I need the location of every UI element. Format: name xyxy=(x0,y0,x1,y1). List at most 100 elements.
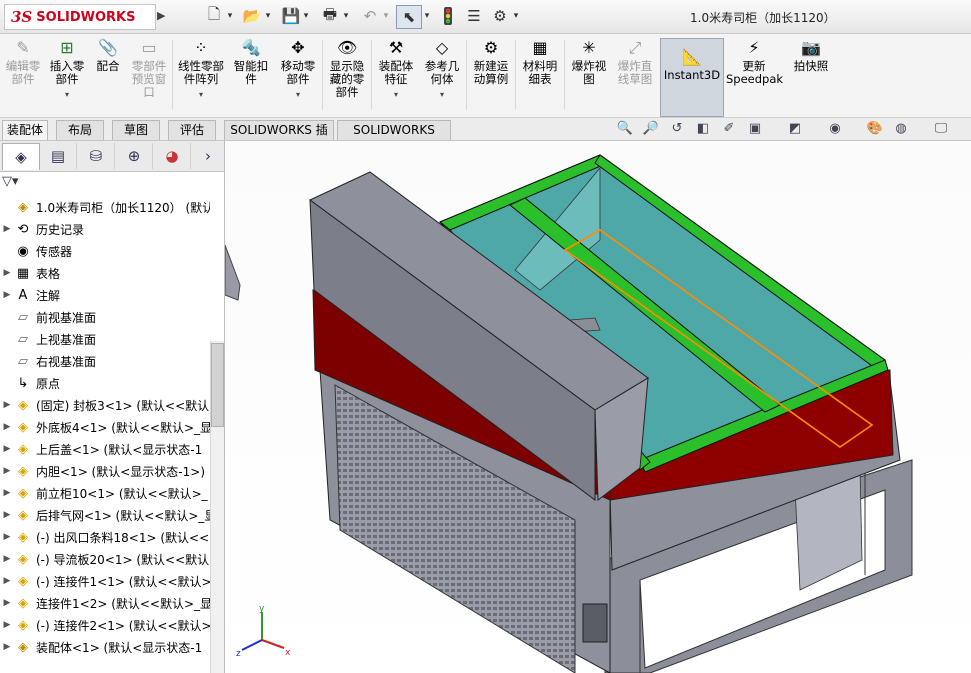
tree-item[interactable]: ▱ 右视基准面 xyxy=(0,350,210,372)
tree-item[interactable]: ▶ A 注解 xyxy=(0,284,210,306)
assembly-features-dropdown-icon[interactable]: ▾ xyxy=(374,88,418,101)
undo-icon[interactable]: ↶ xyxy=(358,5,382,27)
property-manager-tab-icon[interactable]: ▤ xyxy=(40,143,77,169)
expand-arrow-icon[interactable]: ▶ xyxy=(0,400,14,410)
tree-item[interactable]: ▶ ◈ 连接件1<2> (默认<<默认>_显 xyxy=(0,592,210,614)
tree-root-assembly[interactable]: ◈ 1.0米寿司柜（加长1120） (默认<... xyxy=(0,196,210,218)
tree-item[interactable]: ▶ ◈ (-) 出风口条料18<1> (默认<< xyxy=(0,526,210,548)
show-hidden-components-button[interactable]: 👁 显示隐 藏的零 部件 xyxy=(325,38,369,99)
dynamic-annotation-icon[interactable]: ✐ xyxy=(718,120,740,138)
tree-item[interactable]: ▶ ◈ 装配体<1> (默认<显示状态-1 xyxy=(0,636,210,658)
view-settings-icon[interactable]: 🖵 xyxy=(930,120,952,138)
save-dropdown-icon[interactable]: ▾ xyxy=(301,5,311,27)
options-dropdown-icon[interactable]: ▾ xyxy=(511,5,521,27)
tab-evaluate[interactable]: 评估 xyxy=(168,120,216,140)
expand-arrow-icon[interactable]: ▶ xyxy=(0,224,14,234)
dimxpert-manager-tab-icon[interactable]: ⊕ xyxy=(116,143,153,169)
tree-item[interactable]: ↳ 原点 xyxy=(0,372,210,394)
tab-solidworks-addins[interactable]: SOLIDWORKS 插件 xyxy=(224,120,334,156)
select-icon[interactable]: ⬉ xyxy=(396,5,422,29)
expand-arrow-icon[interactable]: ▶ xyxy=(0,290,14,300)
insert-component-dropdown-icon[interactable]: ▾ xyxy=(46,88,88,101)
tab-assembly[interactable]: 装配体 xyxy=(2,120,48,140)
explode-line-sketch-button[interactable]: ⤢ 爆炸直 线草图 xyxy=(613,38,657,86)
bill-of-materials-button[interactable]: ▦ 材料明 细表 xyxy=(518,38,562,86)
view-orientation-icon[interactable]: ▣ xyxy=(744,120,766,138)
expand-arrow-icon[interactable]: ▶ xyxy=(0,620,14,630)
tree-item[interactable]: ▶ ◈ 外底板4<1> (默认<<默认>_显 xyxy=(0,416,210,438)
tree-item[interactable]: ▱ 前视基准面 xyxy=(0,306,210,328)
solidworks-logo[interactable]: 3S SOLIDWORKS xyxy=(4,4,156,30)
insert-component-button[interactable]: ⊞ 插入零 部件 ▾ xyxy=(46,38,88,101)
tab-solidworks-mbd[interactable]: SOLIDWORKS MBD xyxy=(337,120,451,156)
menu-expand-arrow-icon[interactable]: ▶ xyxy=(157,6,167,26)
smart-fasteners-button[interactable]: 🔩 智能扣 件 xyxy=(230,38,272,86)
edit-component-button[interactable]: ✎ 编辑零 部件 xyxy=(2,38,44,86)
zoom-to-area-icon[interactable]: 🔎 xyxy=(640,120,662,138)
hide-show-items-icon[interactable]: ◉ xyxy=(824,120,846,138)
graphics-viewport[interactable] xyxy=(225,141,971,673)
move-component-dropdown-icon[interactable]: ▾ xyxy=(276,88,320,101)
expand-arrow-icon[interactable]: ▶ xyxy=(0,488,14,498)
component-preview-button[interactable]: ▭ 零部件 预览窗 口 xyxy=(128,38,170,99)
zoom-to-fit-icon[interactable]: 🔍 xyxy=(614,120,636,138)
expand-arrow-icon[interactable]: ▶ xyxy=(0,532,14,542)
file-properties-icon[interactable]: ☰ xyxy=(463,5,485,27)
new-dropdown-icon[interactable]: ▾ xyxy=(225,5,235,27)
tree-item[interactable]: ▶ ◈ 前立柜10<1> (默认<<默认>_ xyxy=(0,482,210,504)
expand-arrow-icon[interactable]: ▶ xyxy=(0,510,14,520)
section-view-icon[interactable]: ◧ xyxy=(692,120,714,138)
expand-arrow-icon[interactable]: ▶ xyxy=(0,466,14,476)
tree-item[interactable]: ▶ ⟲ 历史记录 xyxy=(0,218,210,240)
undo-dropdown-icon[interactable]: ▾ xyxy=(381,5,391,27)
linear-pattern-button[interactable]: ⁘ 线性零部 件阵列 ▾ xyxy=(174,38,228,101)
previous-view-icon[interactable]: ↺ xyxy=(666,120,688,138)
linear-pattern-dropdown-icon[interactable]: ▾ xyxy=(174,88,228,101)
mate-button[interactable]: 📎 配合 xyxy=(90,38,126,73)
tree-item[interactable]: ▶ ◈ (-) 连接件2<1> (默认<<默认> xyxy=(0,614,210,636)
exploded-view-button[interactable]: ✳ 爆炸视 图 xyxy=(567,38,611,86)
tree-item[interactable]: ◉ 传感器 xyxy=(0,240,210,262)
feature-manager-tab-icon[interactable]: ◈ xyxy=(2,143,40,170)
filter-icon[interactable]: ▽▾ xyxy=(2,174,19,189)
edit-appearance-icon[interactable]: 🎨 xyxy=(864,120,886,138)
tree-item[interactable]: ▶ ◈ (固定) 封板3<1> (默认<<默认 xyxy=(0,394,210,416)
tree-scrollbar-thumb[interactable] xyxy=(211,343,224,427)
tree-item[interactable]: ▶ ◈ (-) 连接件1<1> (默认<<默认> xyxy=(0,570,210,592)
tree-item[interactable]: ▶ ◈ 上后盖<1> (默认<显示状态-1 xyxy=(0,438,210,460)
print-icon[interactable]: 🖶 xyxy=(318,5,342,27)
expand-arrow-icon[interactable]: ▶ xyxy=(0,576,14,586)
move-component-button[interactable]: ✥ 移动零 部件 ▾ xyxy=(276,38,320,101)
tab-sketch[interactable]: 草图 xyxy=(112,120,160,140)
snapshot-button[interactable]: 📷 拍快照 xyxy=(786,38,836,73)
tree-item[interactable]: ▱ 上视基准面 xyxy=(0,328,210,350)
open-dropdown-icon[interactable]: ▾ xyxy=(263,5,273,27)
tree-item[interactable]: ▶ ◈ 后排气网<1> (默认<<默认>_显 xyxy=(0,504,210,526)
new-motion-study-button[interactable]: ⚙ 新建运 动算例 xyxy=(469,38,513,86)
apply-scene-icon[interactable]: ◍ xyxy=(890,120,912,138)
expand-arrow-icon[interactable]: ▶ xyxy=(0,268,14,278)
expand-arrow-icon[interactable]: ▶ xyxy=(0,554,14,564)
tree-item[interactable]: ▶ ◈ 内胆<1> (默认<显示状态-1>) xyxy=(0,460,210,482)
reference-geometry-dropdown-icon[interactable]: ▾ xyxy=(420,88,464,101)
new-file-icon[interactable]: 🗋 xyxy=(203,5,225,27)
display-manager-tab-icon[interactable]: ◕ xyxy=(154,143,191,169)
select-dropdown-icon[interactable]: ▾ xyxy=(422,5,432,27)
display-style-icon[interactable]: ◩ xyxy=(784,120,806,138)
print-dropdown-icon[interactable]: ▾ xyxy=(341,5,351,27)
configuration-manager-tab-icon[interactable]: ⛁ xyxy=(78,143,115,169)
sushi-cabinet-model[interactable] xyxy=(225,141,971,673)
expand-arrow-icon[interactable]: ▶ xyxy=(0,642,14,652)
tree-item[interactable]: ▶ ◈ (-) 导流板20<1> (默认<<默认 xyxy=(0,548,210,570)
save-icon[interactable]: 💾 xyxy=(279,5,303,27)
assembly-features-button[interactable]: ⚒ 装配体 特征 ▾ xyxy=(374,38,418,101)
more-tabs-arrow-icon[interactable]: › xyxy=(196,143,220,169)
reference-geometry-button[interactable]: ◇ 参考几 何体 ▾ xyxy=(420,38,464,101)
tree-item[interactable]: ▶ ▦ 表格 xyxy=(0,262,210,284)
instant3d-button[interactable]: 📐 Instant3D xyxy=(660,38,724,117)
expand-arrow-icon[interactable]: ▶ xyxy=(0,444,14,454)
options-icon[interactable]: ⚙ xyxy=(489,5,511,27)
tab-layout[interactable]: 布局 xyxy=(56,120,104,140)
expand-arrow-icon[interactable]: ▶ xyxy=(0,598,14,608)
open-file-icon[interactable]: 📂 xyxy=(240,5,264,27)
